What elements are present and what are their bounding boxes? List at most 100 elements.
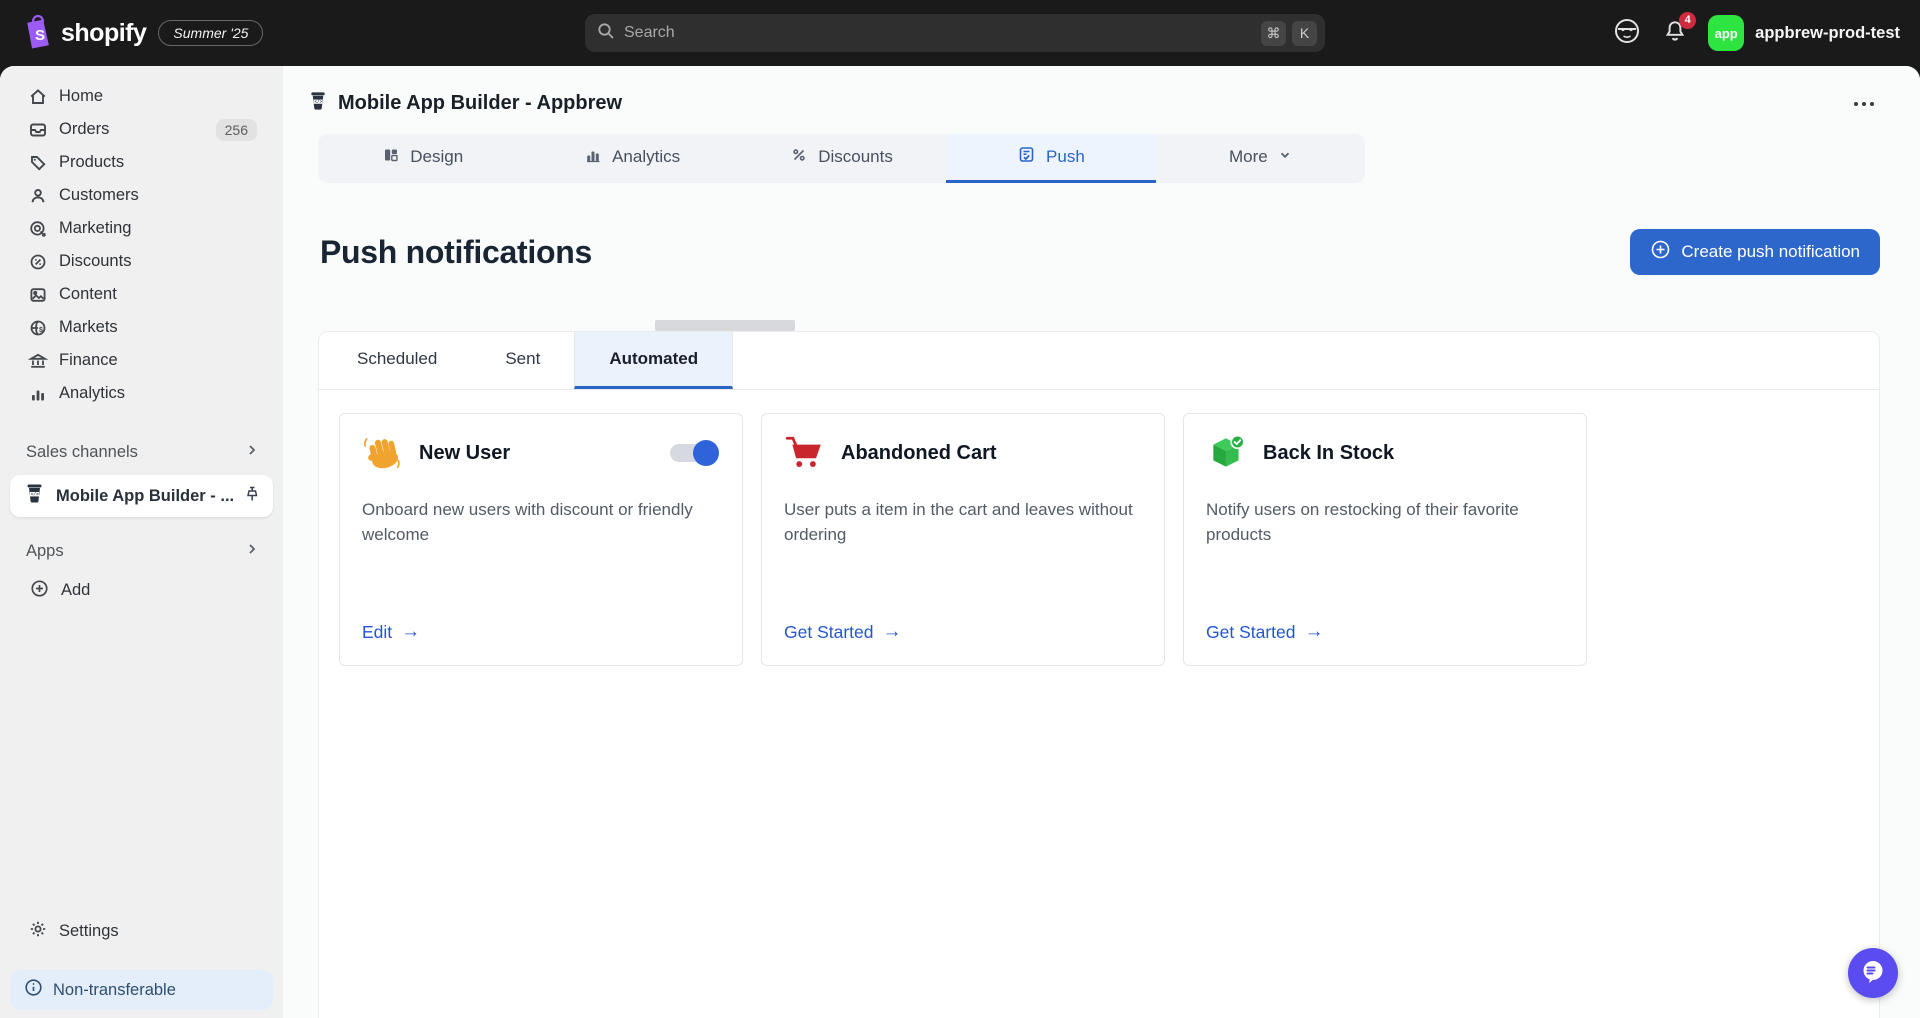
notifications-button[interactable]: 4 (1662, 18, 1688, 49)
chat-fab[interactable] (1848, 948, 1898, 998)
get-started-link[interactable]: Get Started → (1206, 621, 1324, 643)
topbar: S shopify Summer '25 ⌘ K (0, 0, 1920, 66)
info-icon (24, 978, 43, 1002)
push-icon (1017, 145, 1036, 169)
tab-label: More (1229, 147, 1268, 167)
chevron-right-icon (245, 443, 259, 462)
sidebar-item-finance[interactable]: Finance (0, 344, 283, 377)
tab-more[interactable]: More (1156, 134, 1365, 183)
get-started-link[interactable]: Get Started → (784, 621, 902, 643)
chat-bubble-icon (1859, 957, 1887, 990)
sidebar-item-products[interactable]: Products (0, 146, 283, 179)
tab-push[interactable]: Push (946, 134, 1155, 183)
sidekick-button[interactable] (1612, 16, 1642, 51)
card-description: User puts a item in the cart and leaves … (784, 498, 1142, 547)
sidebar-item-marketing[interactable]: Marketing (0, 212, 283, 245)
cmd-keycap: ⌘ (1261, 21, 1286, 46)
card-abandoned-cart: Abandoned Cart User puts a item in the c… (761, 413, 1165, 666)
svg-text:</>: </> (314, 100, 322, 105)
automation-cards: New User Onboard new users with discount… (319, 390, 1879, 689)
shopping-cart-icon (784, 432, 826, 474)
sales-channels-label: Sales channels (26, 443, 245, 462)
non-transferable-chip[interactable]: Non-transferable (10, 970, 273, 1010)
tab-label: Analytics (612, 147, 680, 167)
sidebar-item-mobile-app-builder[interactable]: </> Mobile App Builder - ... (10, 475, 273, 517)
subtab-label: Automated (609, 349, 698, 369)
arrow-right-icon: → (883, 621, 902, 643)
card-back-in-stock: Back In Stock Notify users on restocking… (1183, 413, 1587, 666)
pin-icon[interactable] (243, 485, 261, 508)
tab-design[interactable]: Design (318, 134, 527, 183)
orders-count-badge: 256 (216, 119, 257, 141)
card-title: Back In Stock (1263, 442, 1394, 465)
card-description: Onboard new users with discount or frien… (362, 498, 720, 547)
sidebar: Home Orders 256 Products (0, 66, 283, 1018)
new-user-toggle[interactable] (670, 444, 716, 462)
app-title: Mobile App Builder - Appbrew (338, 92, 622, 115)
toggle-knob (693, 440, 719, 466)
tab-discounts[interactable]: Discounts (737, 134, 946, 183)
create-button-label: Create push notification (1681, 242, 1860, 262)
design-icon (382, 146, 400, 169)
bank-icon (28, 351, 48, 371)
sidebar-item-label: Orders (59, 120, 109, 139)
sidebar-item-discounts[interactable]: Discounts (0, 245, 283, 278)
tab-analytics[interactable]: Analytics (527, 134, 736, 183)
sidebar-item-analytics[interactable]: Analytics (0, 377, 283, 410)
action-label: Get Started (1206, 622, 1296, 643)
sidebar-item-label: Finance (59, 351, 118, 370)
sidebar-item-label: Customers (59, 186, 139, 205)
subtab-scheduled[interactable]: Scheduled (323, 332, 471, 389)
edit-link[interactable]: Edit → (362, 621, 420, 643)
subtab-sent[interactable]: Sent (471, 332, 574, 389)
sidebar-item-content[interactable]: Content (0, 278, 283, 311)
card-title: Abandoned Cart (841, 442, 997, 465)
app-header: </> Mobile App Builder - Appbrew (283, 66, 1920, 117)
store-name: appbrew-prod-test (1755, 24, 1900, 43)
plus-circle-icon (1650, 239, 1671, 265)
settings-label: Settings (59, 922, 119, 941)
waving-hand-icon (362, 432, 404, 474)
sidebar-item-settings[interactable]: Settings (0, 915, 283, 948)
sidebar-item-label: Analytics (59, 384, 125, 403)
k-keycap: K (1292, 21, 1317, 46)
more-options-button[interactable] (1848, 96, 1880, 112)
sales-channels-header[interactable]: Sales channels (0, 436, 283, 469)
action-label: Edit (362, 622, 392, 643)
subtab-label: Scheduled (357, 349, 437, 369)
sidebar-item-label: Products (59, 153, 124, 172)
home-icon (28, 87, 48, 107)
sidebar-bottom: Settings Non-transferable (0, 915, 283, 1018)
create-push-notification-button[interactable]: Create push notification (1630, 229, 1880, 275)
target-icon (28, 219, 48, 239)
card-description: Notify users on restocking of their favo… (1206, 498, 1564, 547)
selected-channel-label: Mobile App Builder - ... (56, 487, 243, 506)
sidebar-item-add-app[interactable]: Add (0, 574, 283, 607)
globe-icon: $ (28, 318, 48, 338)
card-title: New User (419, 442, 510, 465)
sidebar-item-label: Content (59, 285, 117, 304)
box-check-icon (1206, 432, 1248, 474)
sidebar-item-orders[interactable]: Orders 256 (0, 113, 283, 146)
sidekick-icon (1612, 16, 1642, 51)
sidebar-item-home[interactable]: Home (0, 80, 283, 113)
sidebar-item-customers[interactable]: Customers (0, 179, 283, 212)
apps-header[interactable]: Apps (0, 535, 283, 568)
search-input[interactable] (624, 24, 1255, 42)
card-new-user: New User Onboard new users with discount… (339, 413, 743, 666)
arrow-right-icon: → (401, 621, 420, 643)
search-icon (597, 22, 615, 45)
sidebar-item-markets[interactable]: $ Markets (0, 311, 283, 344)
bar-chart-icon (28, 384, 48, 404)
logo-group: S shopify Summer '25 (0, 13, 263, 54)
orders-icon (28, 120, 48, 140)
subtab-automated[interactable]: Automated (574, 332, 733, 389)
push-subtabs: Scheduled Sent Automated (319, 332, 1879, 390)
push-panel: Scheduled Sent Automated (318, 331, 1880, 1018)
app-cup-icon: </> (308, 90, 328, 117)
global-search[interactable]: ⌘ K (585, 14, 1325, 52)
shopify-logo[interactable]: S shopify (22, 13, 146, 54)
sidebar-item-label: Markets (59, 318, 118, 337)
subtab-label: Sent (505, 349, 540, 369)
account-menu[interactable]: app appbrew-prod-test (1708, 15, 1900, 51)
